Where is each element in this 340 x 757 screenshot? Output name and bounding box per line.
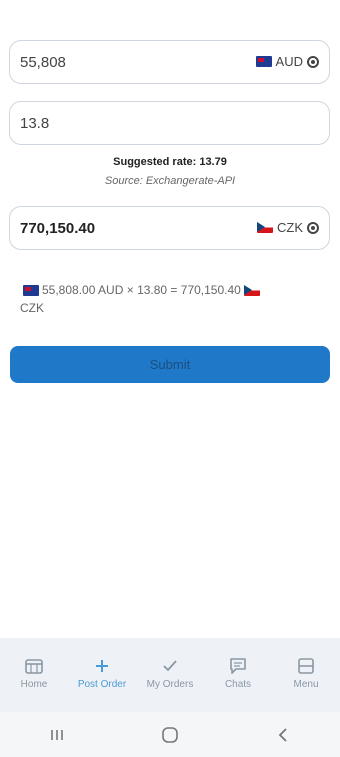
nav-label-my-orders: My Orders [146,679,194,690]
nav-label-chats: Chats [224,679,252,690]
rate-source: Source: Exchangerate-API [104,175,236,187]
nav-item-post-order[interactable]: Post Order [68,658,136,690]
recent-apps-icon[interactable] [37,720,77,750]
check-icon [161,658,179,674]
rate-value[interactable]: 13.8 [20,115,49,132]
home-icon[interactable] [150,720,190,750]
bottom-navigation: Home Post Order My Orders Chats Menu [0,638,340,712]
nav-item-chats[interactable]: Chats [204,658,272,690]
to-currency-code: CZK [277,220,303,235]
nav-item-my-orders[interactable]: My Orders [136,658,204,690]
chat-bubble-icon [229,658,247,674]
calculation-text: 55,808.00 AUD × 13.80 = 770,150.40 [42,283,241,297]
nav-label-menu: Menu [293,679,319,690]
system-navigation-bar [0,712,340,757]
nav-item-menu[interactable]: Menu [272,658,340,690]
calendar-icon [25,658,43,674]
nav-label-home: Home [20,679,48,690]
menu-icon [297,658,315,674]
calculation-currency: CZK [20,301,44,315]
radio-icon[interactable] [307,221,319,234]
rate-field[interactable]: 13.8 [9,101,330,145]
suggested-rate: Suggested rate: 13.79 [113,156,227,168]
from-currency-code: AUD [275,54,303,69]
australia-flag-icon [255,56,272,67]
to-currency-selector[interactable]: CZK [257,220,319,235]
calculation-summary: 55,808.00 AUD × 13.80 = 770,150.40 CZK [20,281,310,317]
plus-icon [93,658,111,674]
radio-icon[interactable] [307,55,319,68]
from-currency-selector[interactable]: AUD [255,54,319,69]
to-amount-field[interactable]: 770,150.40 CZK [9,206,330,250]
nav-label-post-order: Post Order [77,679,127,690]
australia-flag-icon [23,285,39,297]
submit-button[interactable]: Submit [10,346,330,383]
from-amount-value[interactable]: 55,808 [20,54,66,71]
to-amount-value[interactable]: 770,150.40 [20,220,95,237]
czech-flag-icon [243,285,260,297]
czech-flag-icon [257,222,273,233]
nav-item-home[interactable]: Home [0,658,68,690]
back-icon[interactable] [263,720,303,750]
from-amount-field[interactable]: 55,808 AUD [9,40,330,84]
